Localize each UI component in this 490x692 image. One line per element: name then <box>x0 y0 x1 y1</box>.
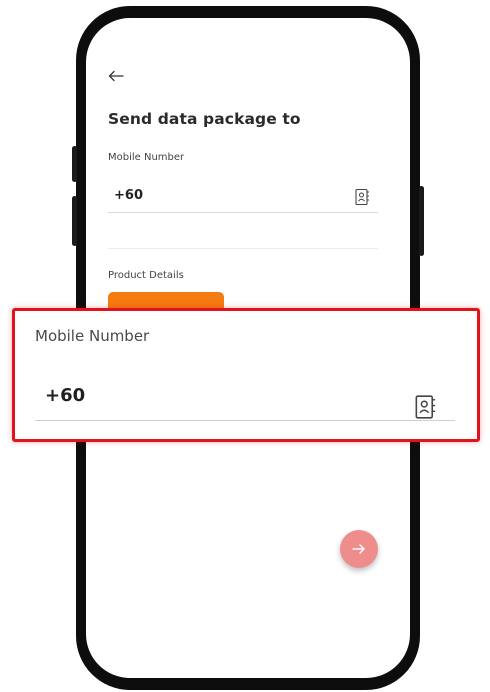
contact-book-icon[interactable] <box>413 394 437 420</box>
zoom-mobile-number-label: Mobile Number <box>35 327 150 345</box>
zoom-mobile-number-underline <box>35 420 455 421</box>
back-arrow-icon[interactable] <box>108 70 124 82</box>
contact-book-icon[interactable] <box>354 188 370 206</box>
mobile-number-zoom-panel: Mobile Number +60 <box>12 308 480 442</box>
page-title: Send data package to <box>108 110 301 128</box>
phone-side-button <box>72 146 77 182</box>
mobile-number-input[interactable]: +60 <box>114 188 143 203</box>
zoom-mobile-number-input[interactable]: +60 <box>45 385 85 406</box>
product-details-label: Product Details <box>108 270 184 281</box>
mobile-number-underline <box>108 212 378 213</box>
arrow-right-icon <box>352 544 365 554</box>
section-divider <box>108 248 378 249</box>
next-button[interactable] <box>340 530 378 568</box>
phone-side-button <box>419 186 424 256</box>
mobile-number-label: Mobile Number <box>108 152 185 163</box>
phone-side-button <box>72 196 77 246</box>
